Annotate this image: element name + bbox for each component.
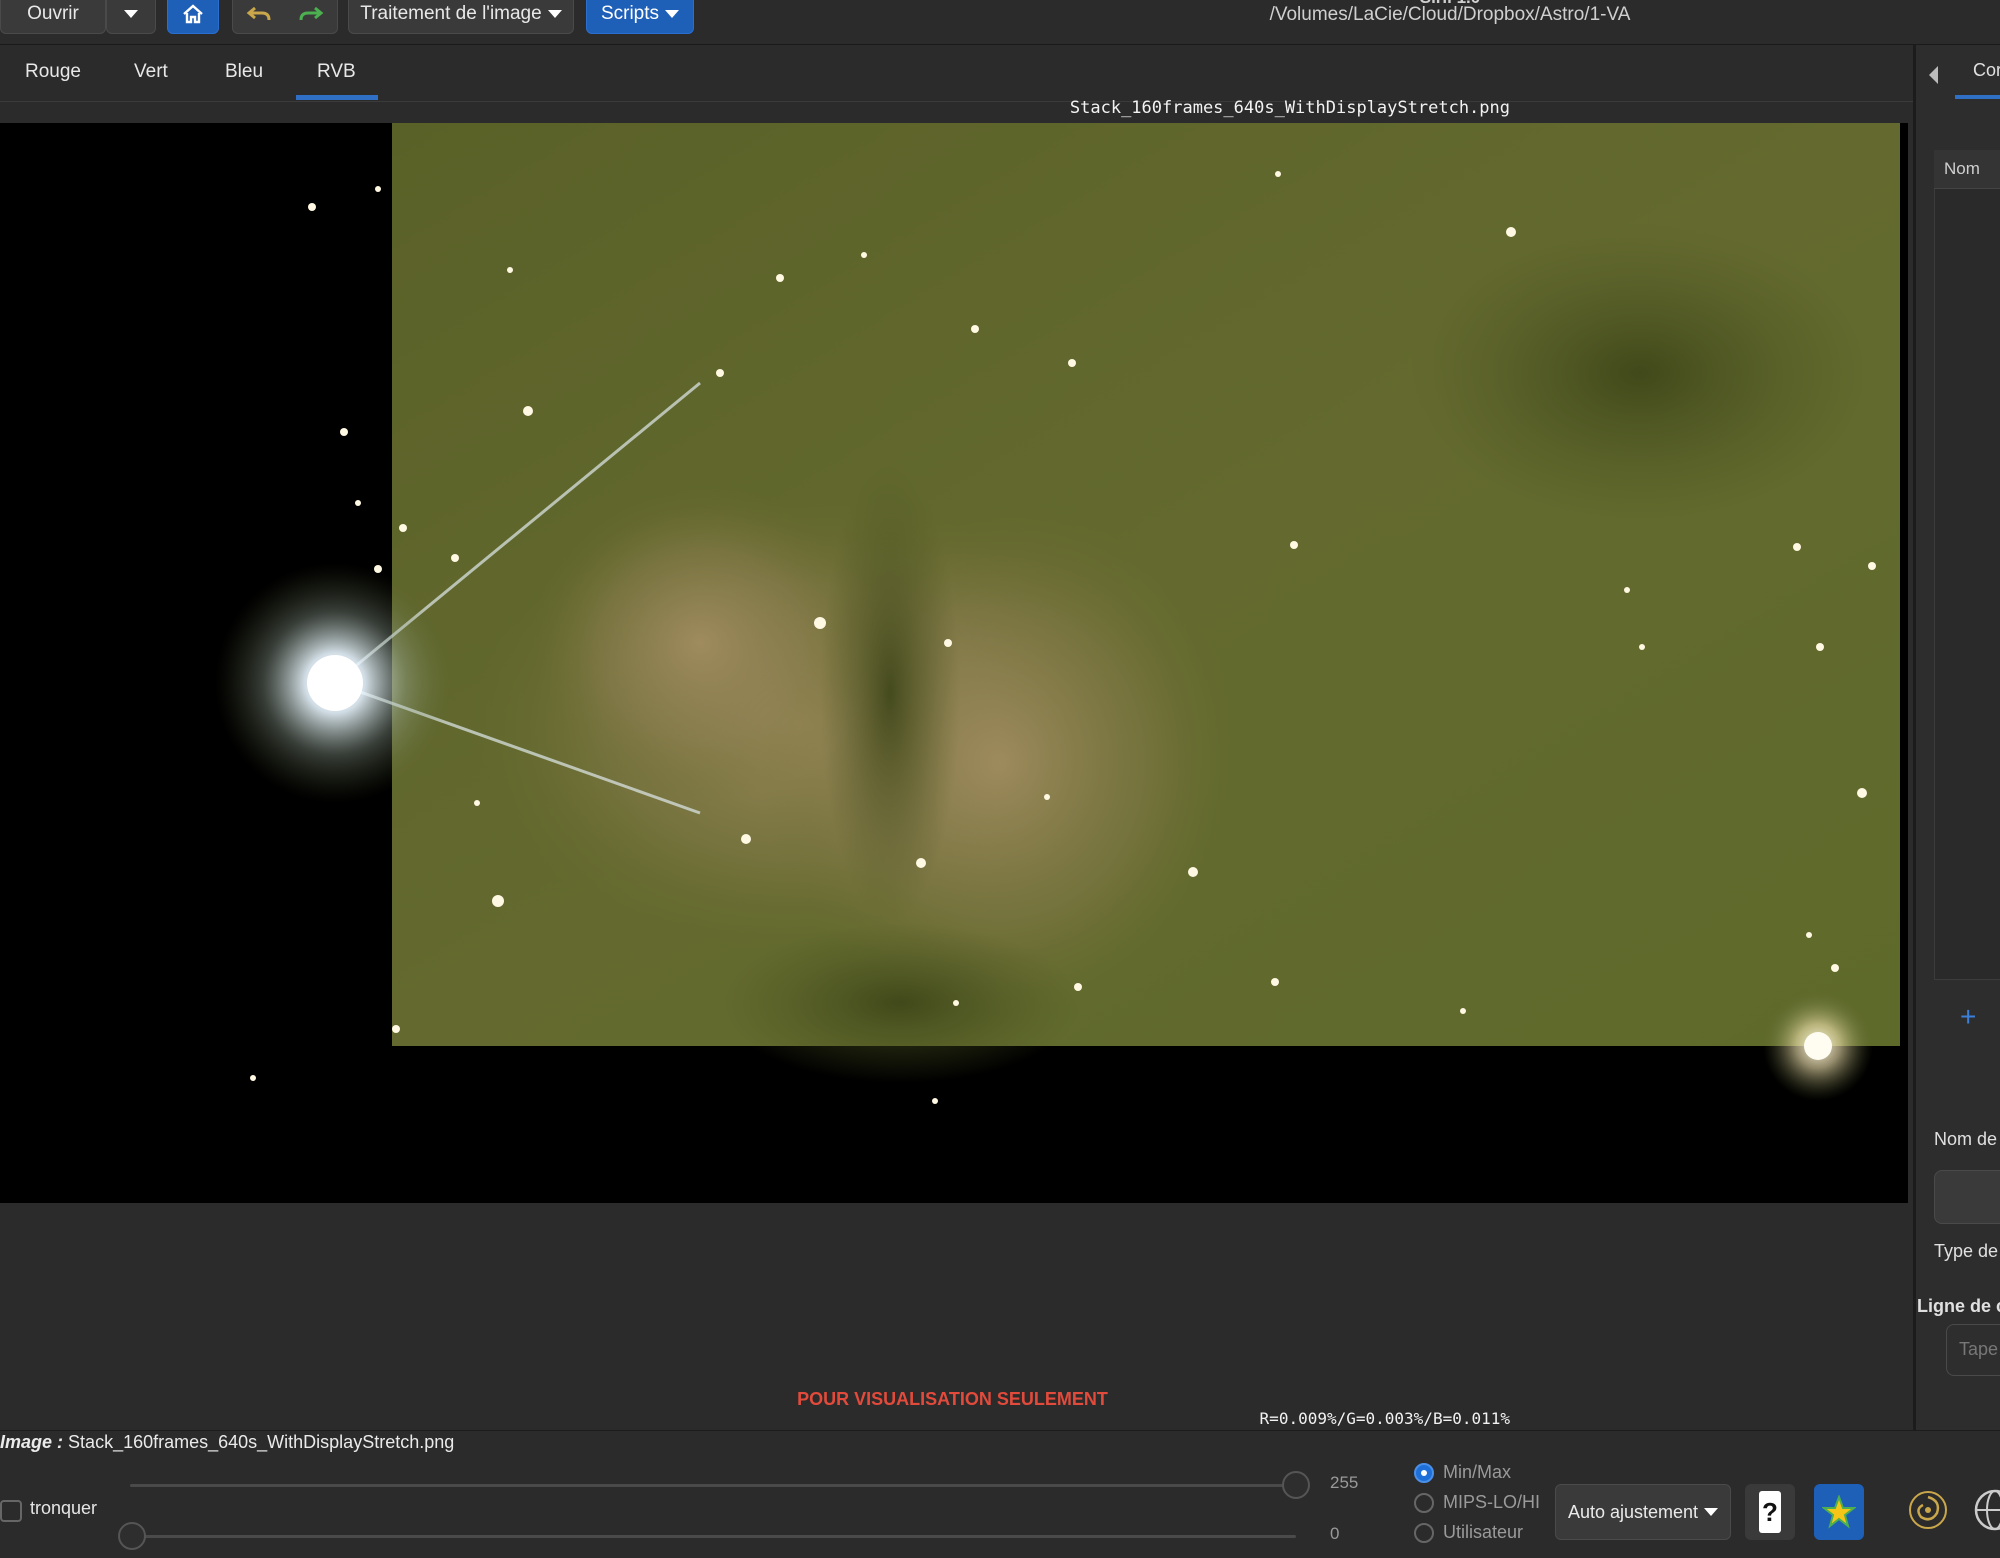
undo-redo-group [232, 0, 338, 34]
output-name-field[interactable] [1934, 1170, 2000, 1224]
chevron-down-icon [547, 10, 562, 18]
colormap-icon: ? [1759, 1491, 1781, 1533]
scripts-menu-button[interactable]: Scripts [586, 0, 694, 34]
output-type-label: Type de [1934, 1241, 1999, 1261]
high-slider-track[interactable] [130, 1484, 1296, 1487]
tab-red[interactable]: Rouge [25, 61, 81, 83]
scripts-label: Scripts [600, 3, 660, 24]
galaxy-button[interactable] [1905, 1487, 1951, 1533]
low-slider-knob[interactable] [118, 1522, 146, 1550]
command-input-placeholder: Tape [1959, 1339, 1999, 1359]
image-filename-overlay: Stack_160frames_640s_WithDisplayStretch.… [1069, 98, 1510, 118]
image-label: Image : [0, 1432, 64, 1452]
min-max-label: Min/Max [1443, 1462, 1512, 1482]
chevron-down-icon [665, 10, 680, 18]
radio-min-max[interactable] [1414, 1463, 1434, 1483]
redo-icon[interactable] [298, 4, 324, 24]
current-image-info: Image : Stack_160frames_640s_WithDisplay… [0, 1432, 454, 1453]
high-slider-knob[interactable] [1282, 1471, 1310, 1499]
invert-colormap-button[interactable]: ? [1745, 1484, 1795, 1540]
output-name-label: Nom de [1934, 1129, 1998, 1149]
file-list-header: Nom [1934, 150, 2000, 189]
preview-only-warning: POUR VISUALISATION SEULEMENT [797, 1389, 1108, 1409]
low-slider-track[interactable] [130, 1535, 1296, 1538]
high-value: 255 [1330, 1473, 1359, 1492]
channel-tabbar: Rouge Vert Bleu RVB [0, 45, 1913, 102]
tab-green[interactable]: Vert [134, 61, 168, 83]
mips-lo-hi-label: MIPS-LO/HI [1443, 1492, 1541, 1512]
pixel-value-readout: R=0.009%/G=0.003%/B=0.011% [1259, 1409, 1510, 1428]
command-line-input[interactable]: Tape [1946, 1324, 2000, 1376]
globe-icon [1974, 1489, 2000, 1531]
conversion-file-list[interactable] [1934, 150, 2000, 980]
radio-user[interactable] [1414, 1523, 1434, 1543]
tab-blue[interactable]: Bleu [225, 61, 263, 83]
false-color-button[interactable] [1814, 1484, 1864, 1540]
image-processing-label: Traitement de l'image [360, 3, 542, 24]
open-button[interactable]: Ouvrir [0, 0, 106, 34]
user-label: Utilisateur [1443, 1522, 1524, 1542]
command-line-label: Ligne de c [1917, 1296, 2000, 1316]
image-canvas[interactable] [0, 123, 1908, 1203]
clip-label: tronquer [30, 1498, 98, 1518]
web-button[interactable] [1972, 1487, 2000, 1533]
chevron-down-icon [1704, 1508, 1719, 1516]
astro-image [0, 123, 1908, 1203]
home-icon [183, 4, 203, 24]
column-name-header: Nom [1944, 159, 1980, 178]
tab-rgb[interactable]: RVB [317, 61, 356, 83]
add-file-icon[interactable]: + [1960, 1003, 1976, 1031]
undo-icon[interactable] [246, 4, 272, 24]
display-mode-label: Auto ajustement [1567, 1501, 1699, 1522]
chevron-down-icon [124, 10, 138, 18]
image-name: Stack_160frames_640s_WithDisplayStretch.… [68, 1432, 455, 1452]
home-button[interactable] [167, 0, 219, 34]
panel-tab-label[interactable]: Cor [1973, 60, 2000, 81]
recent-files-dropdown-button[interactable] [106, 0, 156, 34]
open-button-label: Ouvrir [27, 3, 79, 24]
star-icon [1822, 1495, 1856, 1529]
low-value: 0 [1330, 1524, 1340, 1543]
panel-tab-indicator [1955, 95, 2000, 99]
clip-checkbox[interactable] [0, 1500, 22, 1522]
working-directory-path: /Volumes/LaCie/Cloud/Dropbox/Astro/1-VA [1269, 4, 1631, 25]
galaxy-icon [1909, 1491, 1947, 1529]
image-processing-menu-button[interactable]: Traitement de l'image [348, 0, 574, 34]
display-mode-dropdown[interactable]: Auto ajustement [1555, 1484, 1731, 1540]
radio-mips-lo-hi[interactable] [1414, 1493, 1434, 1513]
collapse-panel-icon[interactable] [1929, 66, 1938, 84]
